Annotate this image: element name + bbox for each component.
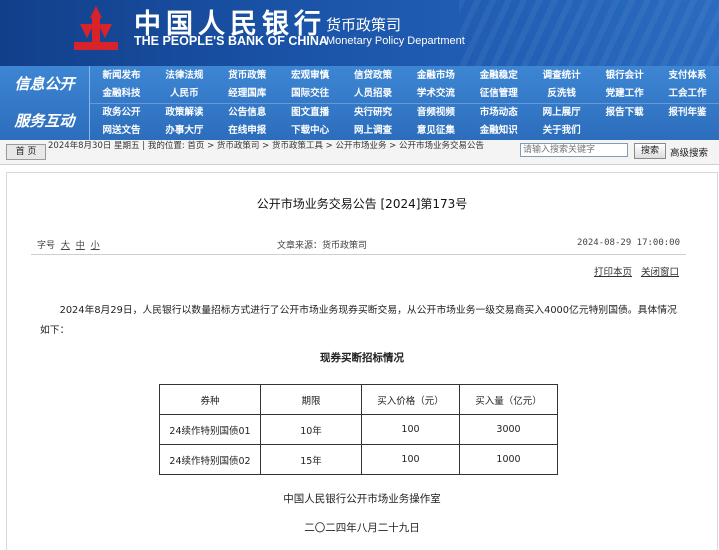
nav-row: 金融科技 人民币 经理国库 国际交往 人员招录 学术交流 征信管理 反洗钱 党建…: [90, 85, 719, 104]
main-navigation: 信息公开 服务互动 新闻发布 法律法规 货币政策 宏观审慎 信贷政策 金融市场 …: [0, 66, 719, 141]
table-cell: 3000: [459, 414, 558, 445]
nav-link[interactable]: 金融知识: [467, 122, 530, 140]
nav-link[interactable]: 银行会计: [593, 67, 656, 85]
table-cell: 24续作特别国债01: [159, 414, 261, 445]
print-link[interactable]: 打印本页: [594, 264, 632, 278]
nav-section-info: 信息公开: [14, 75, 75, 93]
pboc-logo-icon: [74, 6, 118, 50]
table-cell: 10年: [260, 414, 362, 445]
nav-link[interactable]: 图文直播: [279, 104, 342, 122]
divider: [31, 254, 686, 255]
nav-link[interactable]: 金融市场: [404, 67, 467, 85]
nav-link[interactable]: 央行研究: [342, 104, 405, 122]
nav-link[interactable]: 下载中心: [279, 122, 342, 140]
nav-link[interactable]: 办事大厅: [153, 122, 216, 140]
table-cell: 24续作特别国债02: [159, 444, 261, 475]
nav-row: 新闻发布 法律法规 货币政策 宏观审慎 信贷政策 金融市场 金融稳定 调查统计 …: [90, 67, 719, 85]
table-header-cell: 买入价格（元）: [361, 384, 460, 415]
article-paragraph: 2024年8月29日，人民银行以数量招标方式进行了公开市场业务现券买断交易，从公…: [40, 305, 677, 336]
close-window-link[interactable]: 关闭窗口: [641, 264, 679, 278]
department-name-cn: 货币政策司: [326, 16, 402, 34]
nav-link[interactable]: 网送文告: [90, 122, 153, 140]
nav-link[interactable]: 公告信息: [216, 104, 279, 122]
bank-name-en: THE PEOPLE'S BANK OF CHINA: [134, 34, 328, 48]
nav-row: 政务公开 政策解读 公告信息 图文直播 央行研究 音频视频 市场动态 网上展厅 …: [90, 104, 719, 122]
nav-link[interactable]: 在线申报: [216, 122, 279, 140]
home-button[interactable]: 首 页: [6, 144, 46, 160]
table-header-cell: 期限: [260, 384, 362, 415]
nav-link[interactable]: 新闻发布: [90, 67, 153, 85]
font-size-medium[interactable]: 中: [76, 241, 85, 251]
advanced-search-link[interactable]: 高级搜索: [670, 145, 708, 159]
nav-link[interactable]: 意见征集: [404, 122, 467, 140]
table-header-cell: 买入量（亿元）: [459, 384, 558, 415]
nav-link[interactable]: 金融科技: [90, 85, 153, 103]
table-cell: 100: [361, 444, 460, 475]
nav-section-service: 服务互动: [14, 112, 75, 130]
table-cell: 15年: [260, 444, 362, 475]
nav-link[interactable]: 货币政策: [216, 67, 279, 85]
nav-link[interactable]: 征信管理: [467, 85, 530, 103]
font-size-switcher: 字号 大 中 小: [37, 238, 100, 251]
nav-link[interactable]: 金融稳定: [467, 67, 530, 85]
nav-link[interactable]: 报告下载: [593, 104, 656, 122]
nav-link[interactable]: 调查统计: [530, 67, 593, 85]
sign-date: 二〇二四年八月二十九日: [304, 522, 420, 534]
font-size-label: 字号: [37, 241, 56, 251]
nav-link[interactable]: 法律法规: [153, 67, 216, 85]
nav-link[interactable]: 网上展厅: [530, 104, 593, 122]
table-cell: 1000: [459, 444, 558, 475]
nav-link[interactable]: 经理国库: [216, 85, 279, 103]
site-banner: 中国人民银行 THE PEOPLE'S BANK OF CHINA 货币政策司 …: [0, 0, 719, 66]
nav-link[interactable]: 报刊年鉴: [656, 104, 719, 122]
font-size-large[interactable]: 大: [61, 241, 70, 251]
article-date: 2024-08-29 17:00:00: [577, 238, 680, 248]
table-row: 24续作特别国债02 15年 100 1000: [159, 444, 558, 475]
nav-link[interactable]: 音频视频: [404, 104, 467, 122]
nav-link[interactable]: 关于我们: [530, 122, 593, 140]
nav-link[interactable]: 国际交往: [279, 85, 342, 103]
nav-link[interactable]: 政务公开: [90, 104, 153, 122]
search-button[interactable]: 搜索: [634, 143, 666, 159]
department-name-en: Monetary Policy Department: [326, 35, 465, 47]
issuer: 中国人民银行公开市场业务操作室: [283, 493, 441, 505]
table-cell: 100: [361, 414, 460, 445]
table-title: 现券买断招标情况: [320, 352, 404, 364]
nav-link[interactable]: 反洗钱: [530, 85, 593, 103]
nav-link[interactable]: 工会工作: [656, 85, 719, 103]
breadcrumb-bar: 首 页 2024年8月30日 星期五 | 我的位置: 首页 > 货币政策司 > …: [0, 140, 719, 165]
nav-row: 网送文告 办事大厅 在线申报 下载中心 网上调查 意见征集 金融知识 关于我们: [90, 122, 719, 141]
breadcrumb: 2024年8月30日 星期五 | 我的位置: 首页 > 货币政策司 > 货币政策…: [48, 141, 484, 151]
auction-table: 券种 期限 买入价格（元） 买入量（亿元） 24续作特别国债01 10年 100…: [159, 384, 558, 475]
nav-link[interactable]: 支付体系: [656, 67, 719, 85]
table-row: 24续作特别国债01 10年 100 3000: [159, 414, 558, 445]
nav-link[interactable]: 网上调查: [342, 122, 405, 140]
article-content: 公开市场业务交易公告 [2024]第173号 字号 大 中 小 文章来源：货币政…: [6, 172, 718, 550]
nav-link[interactable]: 人民币: [153, 85, 216, 103]
nav-link[interactable]: 政策解读: [153, 104, 216, 122]
nav-link[interactable]: 学术交流: [404, 85, 467, 103]
nav-link[interactable]: 信贷政策: [342, 67, 405, 85]
search-input[interactable]: [520, 143, 628, 157]
nav-link[interactable]: 宏观审慎: [279, 67, 342, 85]
article-source: 文章来源：货币政策司: [277, 241, 368, 251]
nav-link[interactable]: 市场动态: [467, 104, 530, 122]
nav-link[interactable]: 党建工作: [593, 85, 656, 103]
table-header-cell: 券种: [159, 384, 261, 415]
article-title: 公开市场业务交易公告 [2024]第173号: [256, 197, 468, 211]
table-header-row: 券种 期限 买入价格（元） 买入量（亿元）: [159, 384, 558, 415]
nav-link[interactable]: 人员招录: [342, 85, 405, 103]
font-size-small[interactable]: 小: [91, 241, 100, 251]
